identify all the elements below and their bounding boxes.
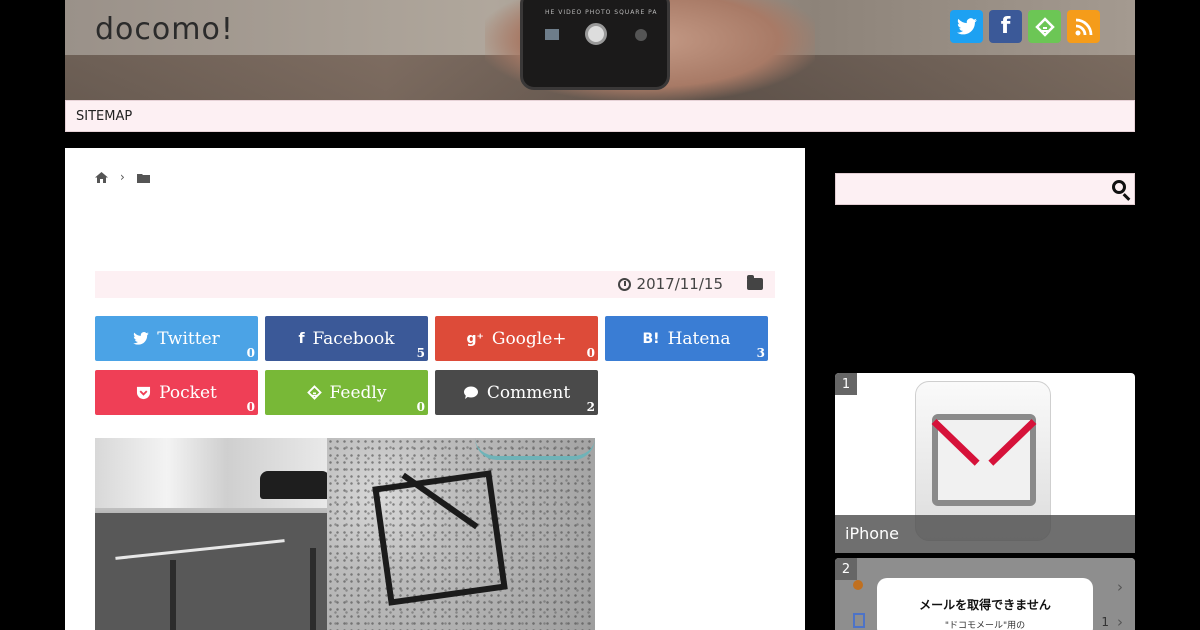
- share-button-google-plus[interactable]: g⁺ Google+ 0: [435, 316, 598, 361]
- share-button-feedly[interactable]: Feedly 0: [265, 370, 428, 415]
- share-label: Facebook: [312, 328, 395, 349]
- rank-badge: 1: [835, 373, 857, 395]
- share-label: Twitter: [157, 328, 220, 349]
- ranking-item[interactable]: 1 iPhone: [835, 373, 1135, 553]
- thumbnail-count: 1: [1101, 615, 1109, 629]
- share-count: 0: [416, 400, 425, 414]
- share-button-twitter[interactable]: Twitter 0: [95, 316, 258, 361]
- feedly-icon: [306, 385, 322, 400]
- hero-road: [95, 513, 340, 630]
- article-meta: 2017/11/15: [617, 275, 763, 293]
- article-hero-image: [95, 438, 595, 630]
- share-label: Comment: [486, 382, 571, 403]
- hero-car: [260, 471, 330, 499]
- share-label: Feedly: [329, 382, 387, 403]
- facebook-icon[interactable]: f: [989, 10, 1022, 43]
- feedly-icon[interactable]: [1028, 10, 1061, 43]
- share-count: 2: [586, 400, 595, 414]
- home-icon[interactable]: [95, 171, 108, 183]
- share-label: Google+: [491, 328, 567, 349]
- article-meta-bar: 2017/11/15: [95, 271, 775, 298]
- document-icon: [853, 613, 865, 628]
- rss-icon[interactable]: [1067, 10, 1100, 43]
- camera-thumbnail: [545, 29, 559, 40]
- header-banner: HE VIDEO PHOTO SQUARE PA docomo! f: [65, 0, 1135, 100]
- clock-icon: [617, 277, 631, 291]
- nav-sitemap-link[interactable]: SITEMAP: [76, 109, 132, 124]
- twitter-icon[interactable]: [950, 10, 983, 43]
- pocket-icon: [137, 386, 151, 399]
- share-button-facebook[interactable]: f Facebook 5: [265, 316, 428, 361]
- ranking-caption: iPhone: [835, 515, 1135, 553]
- hero-teal-graffiti: [475, 438, 595, 460]
- twitter-bird-glyph: [956, 18, 977, 35]
- chevron-right-icon: ›: [1117, 578, 1123, 596]
- camera-shutter: [585, 23, 607, 45]
- facebook-icon: f: [298, 330, 305, 347]
- site-title[interactable]: docomo!: [95, 12, 234, 47]
- global-nav: SITEMAP: [65, 100, 1135, 132]
- camera-modes-text: HE VIDEO PHOTO SQUARE PA: [545, 9, 658, 16]
- feedly-glyph: [1034, 16, 1055, 37]
- hatena-icon: B!: [642, 330, 660, 347]
- chevron-right-icon: ›: [120, 170, 125, 184]
- dialog-subtitle: "ドコモメール"用の: [944, 621, 1026, 630]
- twitter-icon: [133, 332, 150, 345]
- share-label: Hatena: [667, 328, 731, 349]
- hero-pole: [310, 548, 316, 630]
- share-button-hatena[interactable]: B! Hatena 3: [605, 316, 768, 361]
- page: HE VIDEO PHOTO SQUARE PA docomo! f SITEM…: [0, 0, 1200, 630]
- comment-icon: [463, 386, 478, 399]
- search-input[interactable]: [836, 174, 1101, 204]
- chevron-right-icon: ›: [1117, 613, 1123, 630]
- facebook-glyph: f: [1000, 14, 1011, 39]
- sidebar-search: [835, 173, 1135, 205]
- envelope-shape: [932, 414, 1036, 506]
- folder-icon[interactable]: [747, 275, 763, 290]
- share-button-comment[interactable]: Comment 2: [435, 370, 598, 415]
- ranking-item[interactable]: › › 1 メールを取得できません "ドコモメール"用の 2: [835, 558, 1135, 630]
- camera-flip: [635, 29, 647, 41]
- share-count: 0: [246, 400, 255, 414]
- status-dot: [853, 580, 863, 590]
- article-card: › 2017/11/15 Twitter 0 f Facebook 5 g⁺ G…: [65, 148, 805, 630]
- rank-badge: 2: [835, 558, 857, 580]
- share-count: 0: [246, 346, 255, 360]
- share-count: 5: [416, 346, 425, 360]
- header-phone-image: HE VIDEO PHOTO SQUARE PA: [520, 0, 670, 90]
- category-folder-icon[interactable]: [136, 172, 150, 183]
- post-date: 2017/11/15: [636, 275, 723, 293]
- share-button-pocket[interactable]: Pocket 0: [95, 370, 258, 415]
- share-count: 3: [756, 346, 765, 360]
- search-icon[interactable]: [1112, 180, 1126, 194]
- google-plus-icon: g⁺: [466, 330, 484, 347]
- breadcrumb: ›: [95, 170, 150, 184]
- header-social-links: f: [950, 10, 1100, 43]
- hero-envelope-graffiti: [372, 470, 508, 606]
- dialog-title: メールを取得できません: [919, 598, 1051, 612]
- share-count: 0: [586, 346, 595, 360]
- error-dialog: メールを取得できません "ドコモメール"用の: [877, 578, 1093, 630]
- hero-pole: [170, 560, 176, 630]
- share-label: Pocket: [159, 382, 217, 403]
- rss-glyph: [1075, 18, 1092, 35]
